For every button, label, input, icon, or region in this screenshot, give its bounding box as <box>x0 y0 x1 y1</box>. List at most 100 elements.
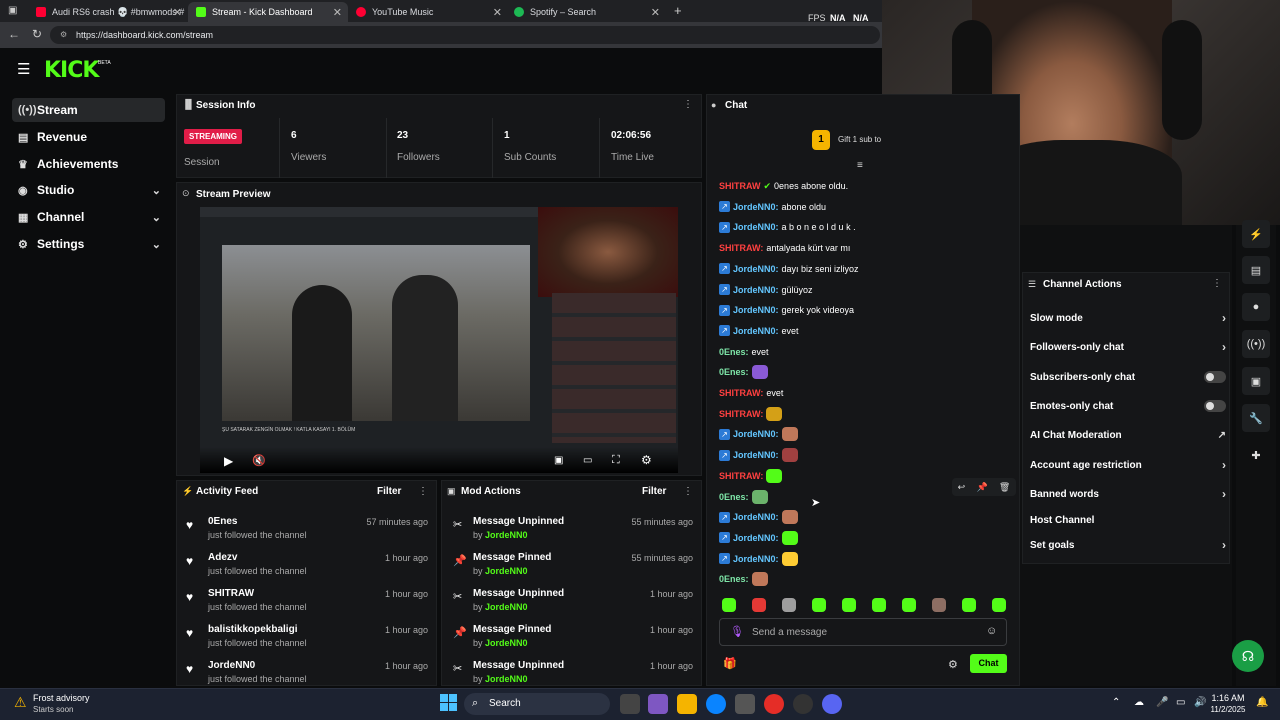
reload-icon[interactable]: ↻ <box>32 27 42 41</box>
chevron-up-icon[interactable]: ⌃ <box>1112 697 1120 708</box>
sidebar-item-revenue[interactable]: ▤ Revenue <box>12 125 165 149</box>
chat-input[interactable]: 🎙 Send a message ☺ <box>719 618 1007 646</box>
close-tab-icon[interactable]: ✕ <box>173 6 182 19</box>
lightning-icon[interactable]: ⚡ <box>1242 220 1270 248</box>
chat-username[interactable]: JordeNN0: <box>733 554 779 564</box>
notification-bell-icon[interactable]: 🔔 <box>1256 697 1268 708</box>
sidebar-item-studio[interactable]: ◉ Studio ⌄ <box>12 178 165 202</box>
add-widget-icon[interactable]: ✚ <box>1242 441 1270 469</box>
weather-icon[interactable]: ⚠ <box>14 694 27 711</box>
back-icon[interactable]: ← <box>8 27 20 41</box>
channel-action-banned-words[interactable]: Banned words › <box>1030 487 1226 501</box>
toggle-switch[interactable] <box>1204 371 1226 383</box>
more-options-icon[interactable]: ⋮ <box>683 486 693 497</box>
fullscreen-icon[interactable]: ⛶ <box>612 454 620 467</box>
chat-username[interactable]: SHITRAW: <box>719 471 763 481</box>
delete-icon[interactable]: 🗑 <box>999 482 1010 493</box>
reply-icon[interactable]: ↩ <box>958 482 966 493</box>
close-tab-icon[interactable]: ✕ <box>333 6 342 19</box>
close-tab-icon[interactable]: ✕ <box>493 6 502 19</box>
chat-username[interactable]: SHITRAW <box>719 181 761 191</box>
chat-username[interactable]: SHITRAW: <box>719 409 763 419</box>
emote-shortcut[interactable] <box>962 598 976 612</box>
broadcast-icon[interactable]: ((•)) <box>1242 330 1270 358</box>
channel-action-ai-chat-moderation[interactable]: AI Chat Moderation ↗ <box>1030 428 1226 442</box>
emote-shortcut[interactable] <box>842 598 856 612</box>
browser-tab-2[interactable]: Stream - Kick Dashboard ✕ <box>188 2 348 22</box>
theater-icon[interactable]: ▭ <box>583 455 592 466</box>
document-icon[interactable]: ▤ <box>1242 256 1270 284</box>
microphone-icon[interactable]: 🎙 <box>730 625 744 638</box>
chat-username[interactable]: JordeNN0: <box>733 305 779 315</box>
clock-time[interactable]: 1:16 AM <box>1210 693 1246 703</box>
emote-shortcut[interactable] <box>992 598 1006 612</box>
mic-tray-icon[interactable]: 🎤 <box>1156 697 1168 708</box>
chat-username[interactable]: 0Enes: <box>719 367 749 377</box>
emoji-icon[interactable]: ☺ <box>986 625 997 637</box>
support-headset-icon[interactable]: ☊ <box>1232 640 1264 672</box>
obs-icon[interactable] <box>793 694 813 714</box>
gift-icon[interactable]: 🎁 <box>723 657 737 670</box>
emote-shortcut[interactable] <box>872 598 886 612</box>
chat-filter-icon[interactable]: ≡ <box>857 160 863 171</box>
chat-username[interactable]: JordeNN0: <box>733 222 779 232</box>
discord-icon[interactable] <box>822 694 842 714</box>
mod-filter-button[interactable]: Filter <box>642 486 666 497</box>
moderator-name[interactable]: JordeNN0 <box>485 638 528 648</box>
play-icon[interactable]: ▶ <box>224 454 233 468</box>
chat-username[interactable]: JordeNN0: <box>733 326 779 336</box>
chat-send-button[interactable]: Chat <box>970 654 1007 673</box>
store-icon[interactable] <box>735 694 755 714</box>
task-view-icon[interactable] <box>620 694 640 714</box>
cloud-icon[interactable]: ☁ <box>1134 697 1144 708</box>
chat-username[interactable]: 0Enes: <box>719 347 749 357</box>
chat-username[interactable]: JordeNN0: <box>733 264 779 274</box>
channel-action-host-channel[interactable]: Host Channel <box>1030 513 1226 527</box>
more-options-icon[interactable]: ⋮ <box>1212 278 1222 289</box>
moderator-name[interactable]: JordeNN0 <box>485 674 528 684</box>
channel-action-slow-mode[interactable]: Slow mode › <box>1030 311 1226 325</box>
gift-sub-icon[interactable]: 1 <box>812 130 830 150</box>
teams-icon[interactable] <box>648 694 668 714</box>
chat-username[interactable]: SHITRAW: <box>719 243 763 253</box>
windows-start-icon[interactable] <box>440 694 457 711</box>
mute-icon[interactable]: 🔇 <box>252 454 266 467</box>
chat-bubble-icon[interactable]: ● <box>1242 293 1270 321</box>
channel-action-followers-only-chat[interactable]: Followers-only chat › <box>1030 340 1226 354</box>
settings-gear-icon[interactable]: ⚙ <box>641 453 652 467</box>
pip-icon[interactable]: ▣ <box>554 455 563 466</box>
emote-shortcut[interactable] <box>932 598 946 612</box>
edge-icon[interactable] <box>706 694 726 714</box>
hamburger-menu-icon[interactable]: ☰ <box>17 60 30 78</box>
chat-username[interactable]: JordeNN0: <box>733 533 779 543</box>
chat-username[interactable]: JordeNN0: <box>733 202 779 212</box>
file-explorer-icon[interactable] <box>677 694 697 714</box>
weather-title[interactable]: Frost advisory <box>33 693 90 703</box>
emote-shortcut[interactable] <box>752 598 766 612</box>
tab-menu-icon[interactable]: ▣ <box>8 5 17 16</box>
sidebar-item-channel[interactable]: ▦ Channel ⌄ <box>12 205 165 229</box>
chat-settings-icon[interactable]: ⚙ <box>948 658 958 671</box>
activity-filter-button[interactable]: Filter <box>377 486 401 497</box>
chat-username[interactable]: JordeNN0: <box>733 429 779 439</box>
channel-action-set-goals[interactable]: Set goals › <box>1030 538 1226 552</box>
emote-shortcut[interactable] <box>812 598 826 612</box>
toggle-switch[interactable] <box>1204 400 1226 412</box>
gift-sub-text[interactable]: Gift 1 sub to <box>838 135 881 144</box>
layout-icon[interactable]: ▣ <box>1242 367 1270 395</box>
site-info-icon[interactable]: ⚙ <box>60 26 67 44</box>
more-options-icon[interactable]: ⋮ <box>683 99 693 110</box>
emote-shortcut[interactable] <box>722 598 736 612</box>
browser-tab-4[interactable]: Spotify – Search ✕ <box>506 2 666 22</box>
sidebar-item-achievements[interactable]: ♛ Achievements <box>12 152 165 176</box>
volume-icon[interactable]: 🔊 <box>1194 697 1206 708</box>
chat-username[interactable]: JordeNN0: <box>733 450 779 460</box>
browser-tab-3[interactable]: YouTube Music ✕ <box>348 2 508 22</box>
taskbar-search[interactable]: ⌕ Search <box>464 693 610 715</box>
kick-logo[interactable]: KICK <box>44 58 99 83</box>
url-input[interactable]: ⚙ https://dashboard.kick.com/stream <box>50 26 880 44</box>
more-options-icon[interactable]: ⋮ <box>418 486 428 497</box>
channel-action-emotes-only-chat[interactable]: Emotes-only chat <box>1030 399 1226 413</box>
clock-date[interactable]: 11/2/2025 <box>1207 705 1249 714</box>
new-tab-icon[interactable]: + <box>674 3 682 18</box>
